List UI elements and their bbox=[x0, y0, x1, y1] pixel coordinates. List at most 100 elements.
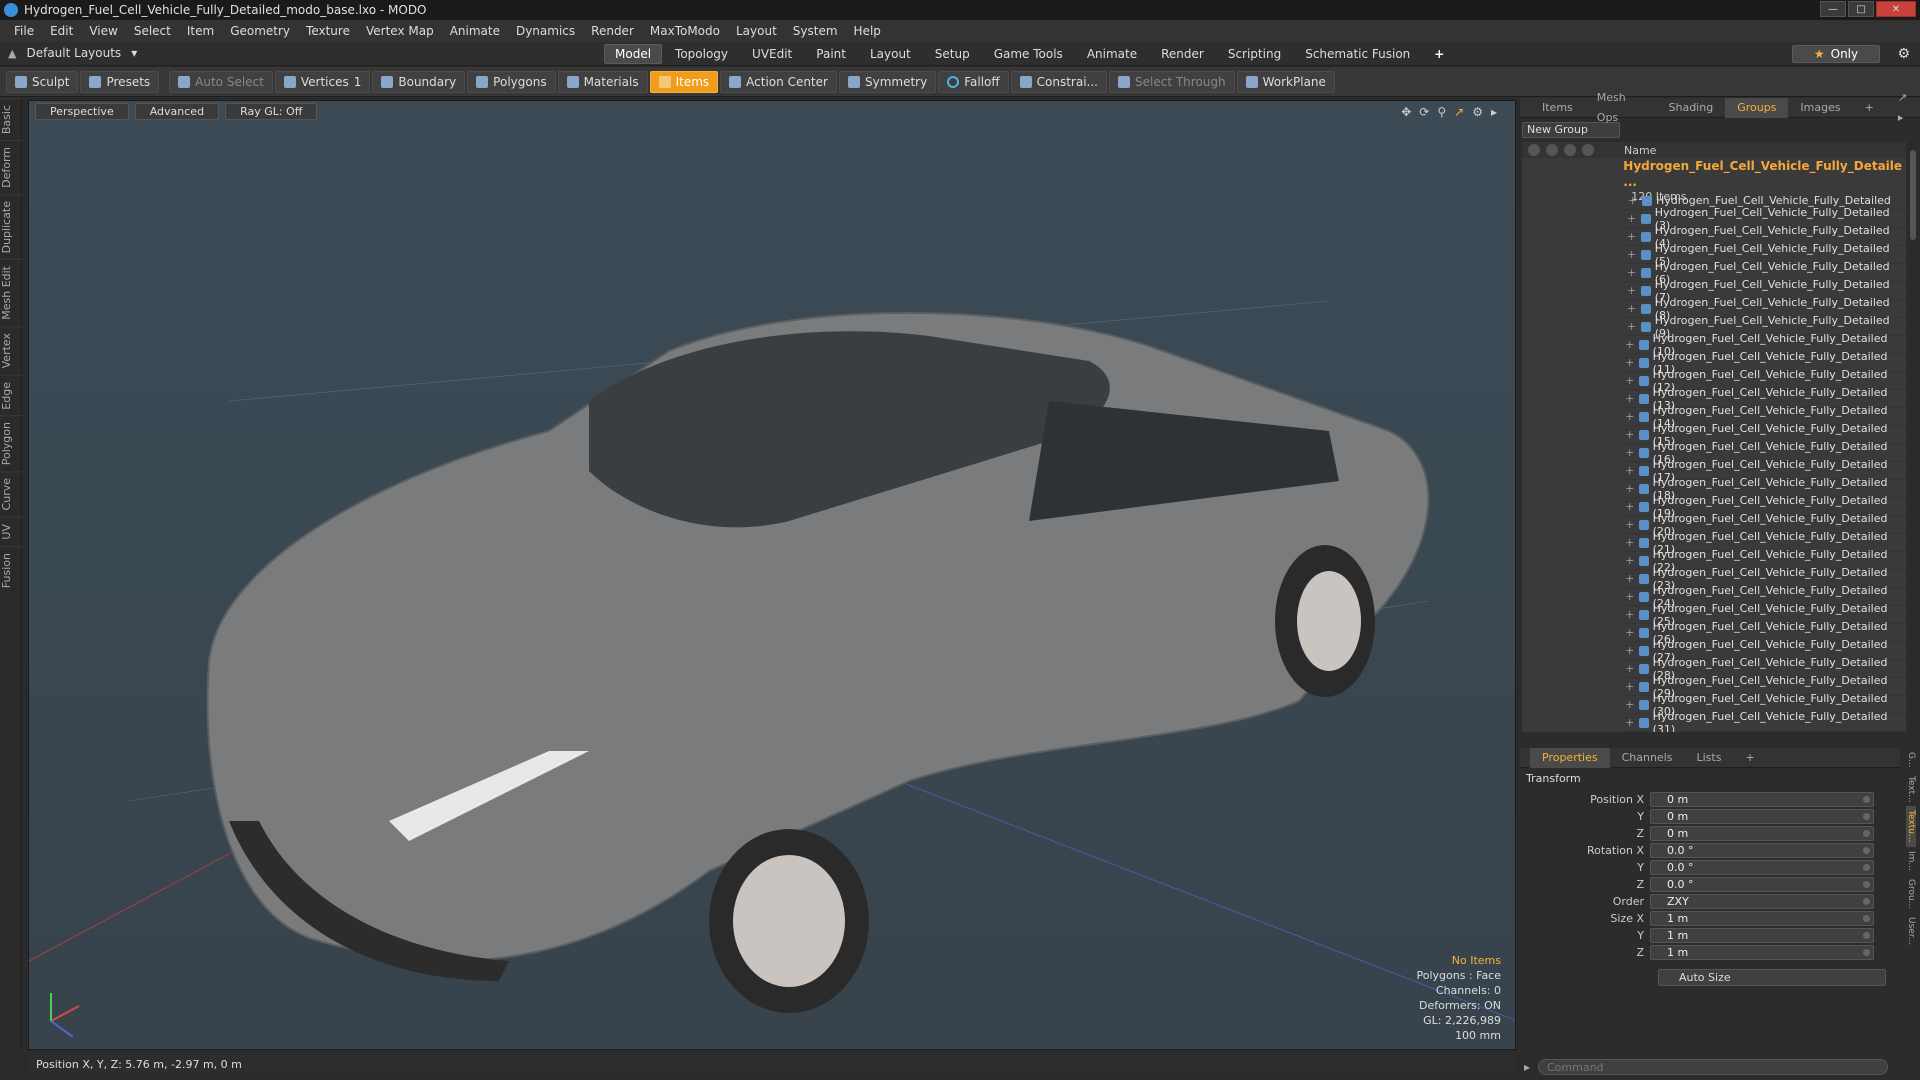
tab-game-tools[interactable]: Game Tools bbox=[983, 44, 1074, 64]
tab-images[interactable]: Images bbox=[1788, 98, 1852, 118]
view-type-dropdown[interactable]: Perspective bbox=[35, 103, 129, 120]
left-tab-fusion[interactable]: Fusion bbox=[0, 545, 22, 594]
transform-section[interactable]: Transform bbox=[1520, 768, 1900, 785]
auto-select-button[interactable]: Auto Select bbox=[169, 70, 273, 93]
tab-channels[interactable]: Channels bbox=[1610, 748, 1685, 768]
side-tab-5[interactable]: User... bbox=[1906, 913, 1916, 949]
only-button[interactable]: ★ Only bbox=[1792, 45, 1880, 63]
tab-lists[interactable]: Lists bbox=[1685, 748, 1734, 768]
tab-shading[interactable]: Shading bbox=[1657, 98, 1726, 118]
menu-geometry[interactable]: Geometry bbox=[222, 24, 298, 38]
side-tab-3[interactable]: Im... bbox=[1906, 847, 1916, 875]
tab-animate[interactable]: Animate bbox=[1076, 44, 1148, 64]
vertices-button[interactable]: Vertices 1 bbox=[274, 70, 371, 93]
add-panel-tab-icon[interactable]: + bbox=[1853, 98, 1886, 118]
pan-icon[interactable]: ✥ bbox=[1401, 105, 1411, 119]
menu-dynamics[interactable]: Dynamics bbox=[508, 24, 583, 38]
tab-render[interactable]: Render bbox=[1150, 44, 1215, 64]
menu-maxtomodo[interactable]: MaxToModo bbox=[642, 24, 728, 38]
visibility-column-icon[interactable] bbox=[1528, 144, 1540, 156]
property-value-field[interactable]: 0.0 ° bbox=[1650, 877, 1874, 892]
falloff-button[interactable]: Falloff bbox=[938, 70, 1009, 93]
property-value-field[interactable]: 0 m bbox=[1650, 809, 1874, 824]
raygl-toggle[interactable]: Ray GL: Off bbox=[225, 103, 318, 120]
materials-button[interactable]: Materials bbox=[557, 70, 648, 93]
3d-viewport[interactable]: Perspective Advanced Ray GL: Off ✥ ⟳ ⚲ ↗… bbox=[28, 100, 1516, 1050]
constrain-button[interactable]: Constrai... bbox=[1010, 70, 1107, 93]
menu-animate[interactable]: Animate bbox=[442, 24, 508, 38]
menu-layout[interactable]: Layout bbox=[728, 24, 785, 38]
side-tab-1[interactable]: Text... bbox=[1906, 772, 1916, 807]
menu-vertex-map[interactable]: Vertex Map bbox=[358, 24, 442, 38]
workplane-button[interactable]: WorkPlane bbox=[1236, 70, 1335, 93]
property-value-field[interactable]: 0 m bbox=[1650, 792, 1874, 807]
menu-file[interactable]: File bbox=[6, 24, 42, 38]
side-tab-4[interactable]: Grou... bbox=[1906, 875, 1916, 913]
left-tab-vertex[interactable]: Vertex bbox=[0, 326, 22, 375]
viewport-menu-icon[interactable]: ▸ bbox=[1491, 105, 1497, 119]
property-value-field[interactable]: 0.0 ° bbox=[1650, 843, 1874, 858]
left-tab-edge[interactable]: Edge bbox=[0, 374, 22, 416]
menu-texture[interactable]: Texture bbox=[298, 24, 358, 38]
side-tab-2[interactable]: Textu... bbox=[1906, 806, 1916, 847]
items-button[interactable]: Items bbox=[649, 70, 719, 93]
left-tab-mesh-edit[interactable]: Mesh Edit bbox=[0, 259, 22, 327]
groups-scrollbar[interactable] bbox=[1908, 142, 1918, 732]
auto-size-button[interactable]: Auto Size bbox=[1658, 969, 1886, 986]
name-column-header[interactable]: Name bbox=[1624, 144, 1656, 157]
tab-groups[interactable]: Groups bbox=[1725, 97, 1789, 118]
left-tab-uv[interactable]: UV bbox=[0, 516, 22, 546]
polygons-button[interactable]: Polygons bbox=[467, 70, 556, 93]
maximize-button[interactable]: □ bbox=[1848, 1, 1874, 17]
rotate-icon[interactable]: ⟳ bbox=[1419, 105, 1429, 119]
tab-model[interactable]: Model bbox=[604, 44, 663, 64]
menu-render[interactable]: Render bbox=[583, 24, 642, 38]
symmetry-button[interactable]: Symmetry bbox=[838, 70, 937, 93]
select-through-button[interactable]: Select Through bbox=[1109, 70, 1235, 93]
add-tab-button[interactable]: + bbox=[1423, 44, 1455, 64]
tab-layout[interactable]: Layout bbox=[859, 44, 922, 64]
action-center-button[interactable]: Action Center bbox=[720, 70, 837, 93]
close-button[interactable]: ✕ bbox=[1876, 1, 1916, 17]
presets-button[interactable]: Presets bbox=[80, 70, 160, 93]
property-value-field[interactable]: ZXY bbox=[1650, 894, 1874, 909]
group-row[interactable]: Hydrogen_Fuel_Cell_Vehicle_Fully_Detaile… bbox=[1522, 158, 1906, 203]
panel-options-icon[interactable]: ↗ ▸ bbox=[1886, 88, 1920, 128]
add-properties-tab-icon[interactable]: + bbox=[1733, 748, 1766, 768]
group-item-row[interactable]: + Hydrogen_Fuel_Cell_Vehicle_Fully_Detail… bbox=[1522, 710, 1906, 732]
tab-schematic-fusion[interactable]: Schematic Fusion bbox=[1294, 44, 1421, 64]
minimize-button[interactable]: — bbox=[1820, 1, 1846, 17]
menu-edit[interactable]: Edit bbox=[42, 24, 81, 38]
property-value-field[interactable]: 1 m bbox=[1650, 928, 1874, 943]
left-tab-deform[interactable]: Deform bbox=[0, 140, 22, 195]
menu-view[interactable]: View bbox=[81, 24, 125, 38]
menu-select[interactable]: Select bbox=[126, 24, 179, 38]
boundary-button[interactable]: Boundary bbox=[372, 70, 466, 93]
tab-properties[interactable]: Properties bbox=[1530, 747, 1610, 768]
maximize-view-icon[interactable]: ↗ bbox=[1454, 105, 1464, 119]
menu-item[interactable]: Item bbox=[179, 24, 222, 38]
viewport-settings-icon[interactable]: ⚙ bbox=[1472, 105, 1483, 119]
tab-items[interactable]: Items bbox=[1530, 98, 1585, 118]
command-input[interactable] bbox=[1538, 1059, 1888, 1075]
lock-column-icon[interactable] bbox=[1564, 144, 1576, 156]
select-column-icon[interactable] bbox=[1582, 144, 1594, 156]
layouts-dropdown[interactable]: ▲ Default Layouts ▾ bbox=[8, 46, 137, 60]
gear-icon[interactable]: ⚙ bbox=[1897, 46, 1910, 62]
left-tab-curve[interactable]: Curve bbox=[0, 471, 22, 517]
tab-mesh-ops[interactable]: Mesh Ops bbox=[1585, 88, 1657, 128]
render-column-icon[interactable] bbox=[1546, 144, 1558, 156]
menu-help[interactable]: Help bbox=[846, 24, 889, 38]
property-value-field[interactable]: 0 m bbox=[1650, 826, 1874, 841]
sculpt-button[interactable]: Sculpt bbox=[6, 70, 79, 93]
left-tab-duplicate[interactable]: Duplicate bbox=[0, 194, 22, 260]
left-tab-basic[interactable]: Basic bbox=[0, 98, 22, 141]
property-value-field[interactable]: 1 m bbox=[1650, 911, 1874, 926]
tab-scripting[interactable]: Scripting bbox=[1217, 44, 1292, 64]
zoom-icon[interactable]: ⚲ bbox=[1437, 105, 1446, 119]
scrollbar-thumb[interactable] bbox=[1910, 150, 1916, 240]
expand-icon[interactable]: + bbox=[1625, 716, 1635, 729]
tab-paint[interactable]: Paint bbox=[805, 44, 857, 64]
left-tab-polygon[interactable]: Polygon bbox=[0, 415, 22, 472]
tab-uvedit[interactable]: UVEdit bbox=[741, 44, 803, 64]
